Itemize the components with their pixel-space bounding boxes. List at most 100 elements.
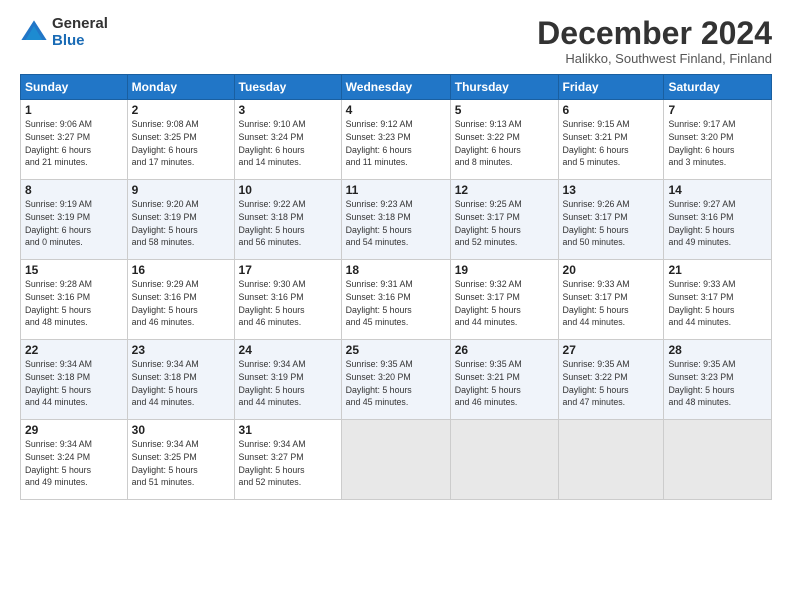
- day-info: Sunrise: 9:34 AMSunset: 3:18 PMDaylight:…: [25, 358, 123, 409]
- day-number: 31: [239, 423, 337, 437]
- day-cell: [664, 420, 772, 500]
- day-info: Sunrise: 9:34 AMSunset: 3:18 PMDaylight:…: [132, 358, 230, 409]
- day-cell: 7Sunrise: 9:17 AMSunset: 3:20 PMDaylight…: [664, 100, 772, 180]
- header-tuesday: Tuesday: [234, 75, 341, 100]
- day-number: 30: [132, 423, 230, 437]
- day-cell: 3Sunrise: 9:10 AMSunset: 3:24 PMDaylight…: [234, 100, 341, 180]
- day-cell: 11Sunrise: 9:23 AMSunset: 3:18 PMDayligh…: [341, 180, 450, 260]
- day-cell: 12Sunrise: 9:25 AMSunset: 3:17 PMDayligh…: [450, 180, 558, 260]
- day-info: Sunrise: 9:34 AMSunset: 3:27 PMDaylight:…: [239, 438, 337, 489]
- day-info: Sunrise: 9:35 AMSunset: 3:20 PMDaylight:…: [346, 358, 446, 409]
- day-number: 18: [346, 263, 446, 277]
- day-info: Sunrise: 9:34 AMSunset: 3:25 PMDaylight:…: [132, 438, 230, 489]
- day-cell: 2Sunrise: 9:08 AMSunset: 3:25 PMDaylight…: [127, 100, 234, 180]
- day-info: Sunrise: 9:35 AMSunset: 3:22 PMDaylight:…: [563, 358, 660, 409]
- day-number: 14: [668, 183, 767, 197]
- header-wednesday: Wednesday: [341, 75, 450, 100]
- day-info: Sunrise: 9:13 AMSunset: 3:22 PMDaylight:…: [455, 118, 554, 169]
- day-cell: 28Sunrise: 9:35 AMSunset: 3:23 PMDayligh…: [664, 340, 772, 420]
- header-friday: Friday: [558, 75, 664, 100]
- day-number: 11: [346, 183, 446, 197]
- day-info: Sunrise: 9:26 AMSunset: 3:17 PMDaylight:…: [563, 198, 660, 249]
- day-info: Sunrise: 9:35 AMSunset: 3:23 PMDaylight:…: [668, 358, 767, 409]
- day-cell: 9Sunrise: 9:20 AMSunset: 3:19 PMDaylight…: [127, 180, 234, 260]
- header-sunday: Sunday: [21, 75, 128, 100]
- day-cell: 26Sunrise: 9:35 AMSunset: 3:21 PMDayligh…: [450, 340, 558, 420]
- week-row-2: 8Sunrise: 9:19 AMSunset: 3:19 PMDaylight…: [21, 180, 772, 260]
- header-row: Sunday Monday Tuesday Wednesday Thursday…: [21, 75, 772, 100]
- day-number: 24: [239, 343, 337, 357]
- day-info: Sunrise: 9:30 AMSunset: 3:16 PMDaylight:…: [239, 278, 337, 329]
- day-cell: 31Sunrise: 9:34 AMSunset: 3:27 PMDayligh…: [234, 420, 341, 500]
- day-info: Sunrise: 9:23 AMSunset: 3:18 PMDaylight:…: [346, 198, 446, 249]
- day-number: 13: [563, 183, 660, 197]
- day-number: 6: [563, 103, 660, 117]
- title-block: December 2024 Halikko, Southwest Finland…: [537, 16, 772, 66]
- day-cell: 8Sunrise: 9:19 AMSunset: 3:19 PMDaylight…: [21, 180, 128, 260]
- day-number: 23: [132, 343, 230, 357]
- day-number: 27: [563, 343, 660, 357]
- day-info: Sunrise: 9:08 AMSunset: 3:25 PMDaylight:…: [132, 118, 230, 169]
- week-row-5: 29Sunrise: 9:34 AMSunset: 3:24 PMDayligh…: [21, 420, 772, 500]
- day-info: Sunrise: 9:27 AMSunset: 3:16 PMDaylight:…: [668, 198, 767, 249]
- day-number: 10: [239, 183, 337, 197]
- day-number: 19: [455, 263, 554, 277]
- day-number: 9: [132, 183, 230, 197]
- day-cell: 16Sunrise: 9:29 AMSunset: 3:16 PMDayligh…: [127, 260, 234, 340]
- day-number: 12: [455, 183, 554, 197]
- day-number: 3: [239, 103, 337, 117]
- day-info: Sunrise: 9:33 AMSunset: 3:17 PMDaylight:…: [668, 278, 767, 329]
- day-cell: [341, 420, 450, 500]
- day-cell: [450, 420, 558, 500]
- day-info: Sunrise: 9:32 AMSunset: 3:17 PMDaylight:…: [455, 278, 554, 329]
- day-number: 7: [668, 103, 767, 117]
- day-info: Sunrise: 9:20 AMSunset: 3:19 PMDaylight:…: [132, 198, 230, 249]
- calendar-header: Sunday Monday Tuesday Wednesday Thursday…: [21, 75, 772, 100]
- day-cell: 17Sunrise: 9:30 AMSunset: 3:16 PMDayligh…: [234, 260, 341, 340]
- day-number: 15: [25, 263, 123, 277]
- day-number: 2: [132, 103, 230, 117]
- day-number: 21: [668, 263, 767, 277]
- day-cell: 23Sunrise: 9:34 AMSunset: 3:18 PMDayligh…: [127, 340, 234, 420]
- day-number: 29: [25, 423, 123, 437]
- calendar-body: 1Sunrise: 9:06 AMSunset: 3:27 PMDaylight…: [21, 100, 772, 500]
- day-cell: 15Sunrise: 9:28 AMSunset: 3:16 PMDayligh…: [21, 260, 128, 340]
- day-number: 25: [346, 343, 446, 357]
- day-cell: 1Sunrise: 9:06 AMSunset: 3:27 PMDaylight…: [21, 100, 128, 180]
- calendar-table: Sunday Monday Tuesday Wednesday Thursday…: [20, 74, 772, 500]
- day-number: 28: [668, 343, 767, 357]
- day-number: 5: [455, 103, 554, 117]
- day-cell: 20Sunrise: 9:33 AMSunset: 3:17 PMDayligh…: [558, 260, 664, 340]
- logo-text: General Blue: [52, 16, 108, 49]
- day-cell: 25Sunrise: 9:35 AMSunset: 3:20 PMDayligh…: [341, 340, 450, 420]
- week-row-4: 22Sunrise: 9:34 AMSunset: 3:18 PMDayligh…: [21, 340, 772, 420]
- day-info: Sunrise: 9:22 AMSunset: 3:18 PMDaylight:…: [239, 198, 337, 249]
- day-info: Sunrise: 9:10 AMSunset: 3:24 PMDaylight:…: [239, 118, 337, 169]
- day-cell: 13Sunrise: 9:26 AMSunset: 3:17 PMDayligh…: [558, 180, 664, 260]
- day-number: 1: [25, 103, 123, 117]
- day-info: Sunrise: 9:29 AMSunset: 3:16 PMDaylight:…: [132, 278, 230, 329]
- week-row-3: 15Sunrise: 9:28 AMSunset: 3:16 PMDayligh…: [21, 260, 772, 340]
- day-cell: 29Sunrise: 9:34 AMSunset: 3:24 PMDayligh…: [21, 420, 128, 500]
- logo: General Blue: [20, 16, 108, 49]
- day-cell: 19Sunrise: 9:32 AMSunset: 3:17 PMDayligh…: [450, 260, 558, 340]
- day-number: 22: [25, 343, 123, 357]
- day-number: 17: [239, 263, 337, 277]
- day-info: Sunrise: 9:28 AMSunset: 3:16 PMDaylight:…: [25, 278, 123, 329]
- calendar-title: December 2024: [537, 16, 772, 51]
- day-number: 26: [455, 343, 554, 357]
- header: General Blue December 2024 Halikko, Sout…: [20, 16, 772, 66]
- day-info: Sunrise: 9:12 AMSunset: 3:23 PMDaylight:…: [346, 118, 446, 169]
- day-info: Sunrise: 9:06 AMSunset: 3:27 PMDaylight:…: [25, 118, 123, 169]
- day-info: Sunrise: 9:35 AMSunset: 3:21 PMDaylight:…: [455, 358, 554, 409]
- week-row-1: 1Sunrise: 9:06 AMSunset: 3:27 PMDaylight…: [21, 100, 772, 180]
- day-cell: 30Sunrise: 9:34 AMSunset: 3:25 PMDayligh…: [127, 420, 234, 500]
- day-number: 20: [563, 263, 660, 277]
- day-number: 8: [25, 183, 123, 197]
- day-cell: 27Sunrise: 9:35 AMSunset: 3:22 PMDayligh…: [558, 340, 664, 420]
- day-cell: 6Sunrise: 9:15 AMSunset: 3:21 PMDaylight…: [558, 100, 664, 180]
- logo-general-text: General: [52, 16, 108, 33]
- day-info: Sunrise: 9:33 AMSunset: 3:17 PMDaylight:…: [563, 278, 660, 329]
- logo-icon: [20, 19, 48, 47]
- day-cell: 14Sunrise: 9:27 AMSunset: 3:16 PMDayligh…: [664, 180, 772, 260]
